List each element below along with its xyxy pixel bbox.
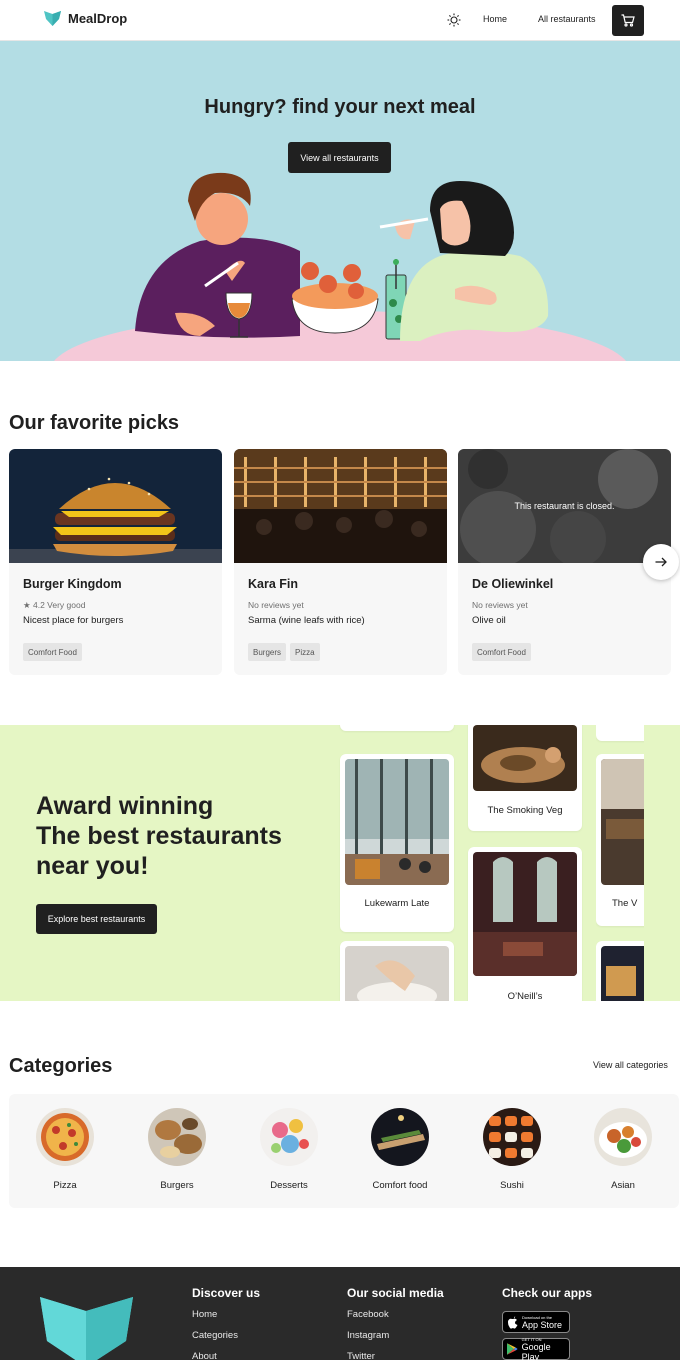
carousel-next-button[interactable]: [643, 544, 679, 580]
restaurant-card[interactable]: Kara Fin No reviews yet Sarma (wine leaf…: [234, 449, 447, 675]
restaurant-rating: ★ 4.2 Very good: [23, 600, 86, 610]
category-label: Desserts: [270, 1180, 308, 1191]
restaurant-description: Olive oil: [472, 615, 506, 626]
fox-head-logo-icon: [44, 11, 61, 26]
restaurant-tile-name: O’Neill’s: [507, 991, 543, 1001]
restaurant-image: [9, 449, 222, 563]
google-play-badge[interactable]: GET IT ON Google Play: [502, 1337, 570, 1360]
categories-list: Pizza Burgers Desserts Comfort food Sush…: [9, 1094, 679, 1208]
brand-logo[interactable]: MealDrop: [44, 11, 127, 26]
app-store-text: App Store: [522, 1319, 563, 1330]
category-item-comfort-food[interactable]: Comfort food: [355, 1108, 445, 1191]
category-item-sushi[interactable]: Sushi: [467, 1108, 557, 1191]
nav-home-link[interactable]: Home: [483, 14, 507, 24]
restaurant-column-clip: The V: [596, 725, 644, 1001]
brand-name: MealDrop: [68, 11, 128, 26]
category-item-pizza[interactable]: Pizza: [20, 1108, 110, 1191]
footer-link-instagram[interactable]: Instagram: [347, 1330, 389, 1341]
discover-us-heading: Discover us: [192, 1286, 261, 1300]
closed-overlay: This restaurant is closed.: [458, 449, 671, 563]
check-our-apps-heading: Check our apps: [502, 1286, 593, 1300]
category-label: Asian: [611, 1180, 635, 1191]
view-all-categories-link[interactable]: View all categories: [593, 1060, 668, 1070]
restaurant-card[interactable]: Burger Kingdom ★ 4.2 Very good Nicest pl…: [9, 449, 222, 675]
restaurant-name: Burger Kingdom: [23, 577, 122, 591]
category-tag: Burgers: [248, 643, 287, 661]
restaurant-tile[interactable]: [340, 941, 454, 1001]
category-image: [148, 1108, 206, 1166]
favorite-picks-title: Our favorite picks: [9, 412, 180, 434]
category-label: Sushi: [500, 1180, 524, 1191]
fox-head-logo-icon: [40, 1297, 133, 1360]
category-item-desserts[interactable]: Desserts: [244, 1108, 334, 1191]
category-tag: Comfort Food: [23, 643, 82, 661]
award-line-2: The best restaurants: [36, 822, 282, 850]
restaurant-description: Sarma (wine leafs with rice): [248, 615, 365, 626]
restaurant-rating: No reviews yet: [248, 600, 304, 610]
google-play-icon: [507, 1343, 518, 1355]
categories-title: Categories: [9, 1055, 113, 1077]
restaurant-tile[interactable]: [340, 725, 454, 731]
social-media-heading: Our social media: [347, 1286, 444, 1300]
restaurant-tile[interactable]: The V: [596, 754, 644, 926]
theme-toggle-button[interactable]: [444, 10, 464, 30]
restaurant-image: [473, 852, 577, 976]
footer-link-categories[interactable]: Categories: [192, 1330, 238, 1341]
restaurant-tile[interactable]: Lukewarm Late: [340, 754, 454, 932]
restaurant-image: [601, 946, 644, 1001]
category-label: Comfort food: [372, 1180, 428, 1191]
category-image: [483, 1108, 541, 1166]
restaurant-image: [234, 449, 447, 563]
restaurant-image: [345, 946, 449, 1001]
hero-banner: Hungry? find your next meal View all res…: [0, 41, 680, 361]
apple-icon: [507, 1315, 518, 1329]
category-image: [36, 1108, 94, 1166]
restaurant-image: [601, 759, 644, 885]
restaurant-tile[interactable]: The Smoking Veg: [468, 725, 582, 831]
hero-illustration: [54, 172, 626, 361]
award-line-1: Award winning: [36, 792, 214, 820]
footer-link-about[interactable]: About: [192, 1351, 217, 1360]
nav-all-restaurants-link[interactable]: All restaurants: [538, 14, 596, 24]
footer-link-twitter[interactable]: Twitter: [347, 1351, 375, 1360]
explore-best-restaurants-button[interactable]: Explore best restaurants: [36, 904, 157, 934]
category-image: [594, 1108, 652, 1166]
restaurant-tile-name: The Smoking Veg: [487, 805, 563, 816]
category-image: [371, 1108, 429, 1166]
category-item-asian[interactable]: Asian: [578, 1108, 668, 1191]
category-label: Burgers: [160, 1180, 194, 1191]
google-play-text: Google Play: [521, 1341, 551, 1360]
category-tag: Pizza: [290, 643, 320, 661]
sun-icon: [447, 13, 461, 27]
restaurant-tile[interactable]: [596, 725, 644, 741]
cart-button[interactable]: [612, 5, 644, 36]
restaurant-description: Nicest place for burgers: [23, 615, 124, 626]
award-section: Award winning The best restaurants near …: [0, 725, 680, 1001]
restaurant-image: [473, 725, 577, 791]
site-footer: Discover us Home Categories About Our so…: [0, 1267, 680, 1360]
award-line-3: near you!: [36, 852, 149, 880]
restaurant-tile-name: Lukewarm Late: [364, 898, 430, 909]
category-label: Pizza: [53, 1180, 77, 1191]
restaurant-name: Kara Fin: [248, 577, 299, 591]
restaurant-tile[interactable]: [596, 941, 644, 1001]
category-item-burgers[interactable]: Burgers: [132, 1108, 222, 1191]
award-heading: Award winning The best restaurants near …: [36, 791, 282, 881]
cart-icon: [621, 14, 635, 27]
restaurant-name: De Oliewinkel: [472, 577, 554, 591]
restaurant-tile[interactable]: O’Neill’s: [468, 847, 582, 1001]
category-image: [260, 1108, 318, 1166]
restaurant-card[interactable]: This restaurant is closed. De Oliewinkel…: [458, 449, 671, 675]
arrow-right-icon: [655, 557, 667, 567]
restaurant-tile-name: The V: [612, 898, 638, 909]
top-navbar: MealDrop Home All restaurants: [0, 0, 680, 41]
restaurant-rating: No reviews yet: [472, 600, 528, 610]
footer-link-facebook[interactable]: Facebook: [347, 1309, 389, 1320]
restaurant-image: [345, 759, 449, 885]
category-tag: Comfort Food: [472, 643, 531, 661]
app-store-badge[interactable]: Download on the App Store: [502, 1311, 570, 1333]
footer-link-home[interactable]: Home: [192, 1309, 217, 1320]
